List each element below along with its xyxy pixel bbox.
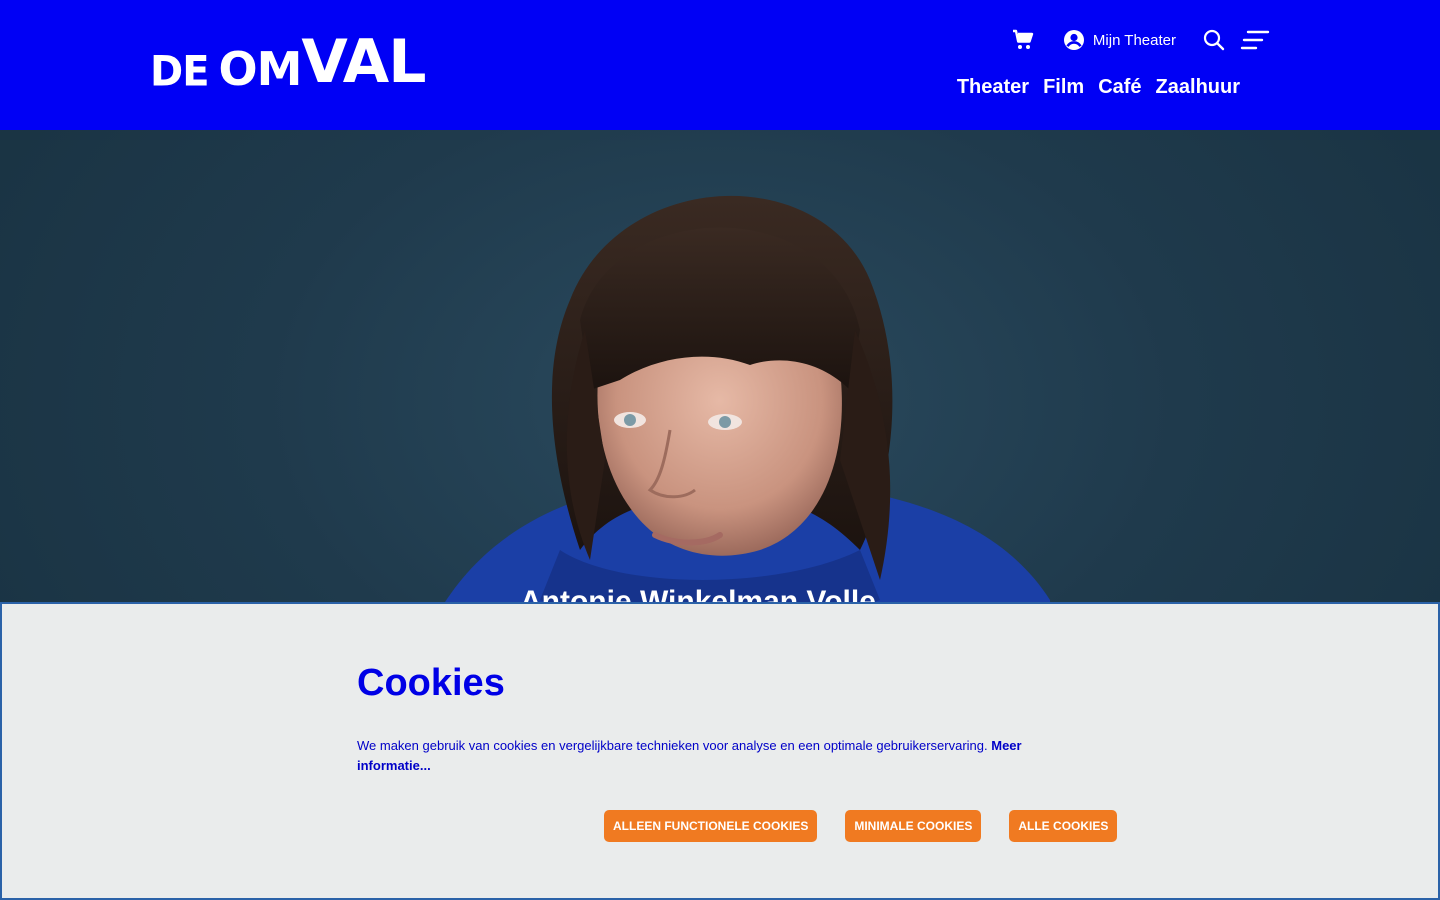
- logo-part-val: VAL: [301, 27, 426, 97]
- site-header: DE OM VAL Mijn Theater Theater Film Café…: [0, 0, 1440, 130]
- user-circle-icon: [1063, 30, 1084, 50]
- cookie-banner: Cookies We maken gebruik van cookies en …: [0, 602, 1440, 900]
- logo-part-om: OM: [218, 42, 303, 96]
- nav-theater[interactable]: Theater: [957, 76, 1029, 99]
- account-link[interactable]: Mijn Theater: [1063, 29, 1176, 51]
- menu-icon[interactable]: [1240, 28, 1270, 52]
- all-cookies-button[interactable]: Alle cookies: [1009, 810, 1118, 842]
- nav-cafe[interactable]: Café: [1098, 76, 1141, 99]
- logo[interactable]: DE OM VAL: [150, 27, 426, 97]
- account-label: Mijn Theater: [1092, 31, 1176, 49]
- main-navigation: Theater Film Café Zaalhuur: [957, 76, 1240, 99]
- cookie-text: We maken gebruik van cookies en vergelij…: [357, 736, 1047, 776]
- cookie-description: We maken gebruik van cookies en vergelij…: [357, 738, 988, 753]
- utility-bar: Mijn Theater: [1011, 26, 1270, 54]
- functional-cookies-button[interactable]: Alleen functionele cookies: [604, 810, 818, 842]
- search-icon[interactable]: [1202, 28, 1226, 52]
- cookie-buttons: Alleen functionele cookies Minimale cook…: [604, 810, 1118, 842]
- logo-part-de: DE: [150, 47, 210, 97]
- cart-icon[interactable]: [1011, 28, 1035, 52]
- nav-film[interactable]: Film: [1043, 76, 1084, 99]
- cookie-title: Cookies: [357, 662, 505, 704]
- minimal-cookies-button[interactable]: Minimale cookies: [845, 810, 982, 842]
- nav-zaalhuur[interactable]: Zaalhuur: [1156, 76, 1240, 99]
